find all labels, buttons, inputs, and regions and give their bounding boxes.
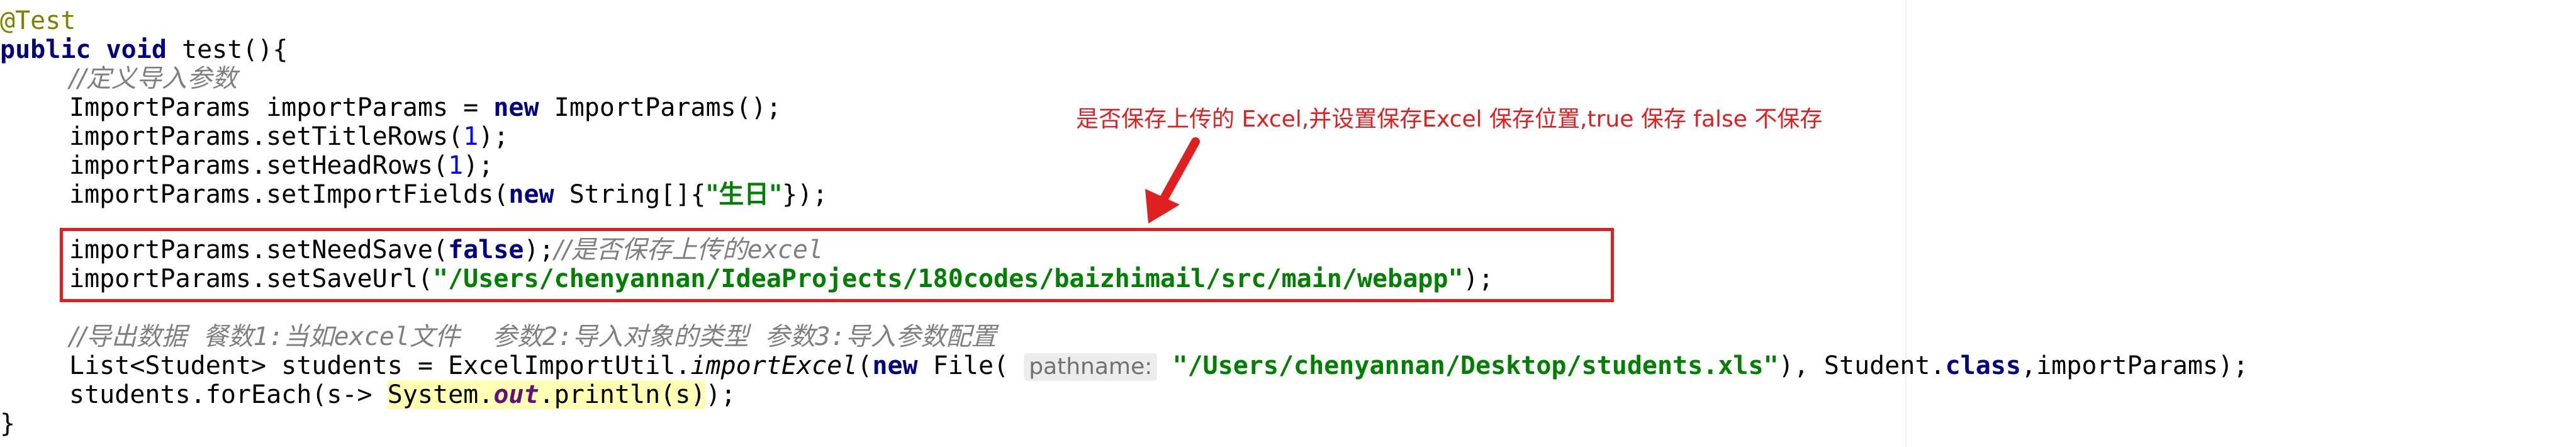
constructor-call: ImportParams(); — [539, 93, 781, 122]
println-highlight: .println(s) — [539, 380, 706, 409]
export-comment-part: //导出数据 餐数 — [69, 322, 254, 351]
new-keyword: new — [872, 351, 918, 380]
students-path-string: "/Users/chenyannan/Desktop/students.xls" — [1157, 351, 1779, 380]
birthday-string: "生日" — [705, 180, 783, 209]
code-line-14: students.forEach(s-> System.out.println(… — [69, 380, 736, 409]
code-line-2: public void test(){ — [0, 35, 288, 64]
call-close: }); — [782, 180, 828, 209]
out-field-highlight: out — [493, 380, 539, 409]
set-title-rows-call: importParams.setTitleRows( — [69, 122, 464, 151]
call-close: ); — [705, 380, 736, 409]
export-comment-part: 导入参数配置 — [845, 322, 997, 351]
export-comment-part: 导入对象的类型 参数 — [573, 322, 815, 351]
title-rows-number: 1 — [463, 122, 479, 151]
export-comment-part: excel — [333, 322, 410, 351]
class-keyword: class — [1945, 351, 2021, 380]
export-comment-part: 3: — [815, 322, 846, 351]
set-import-fields-call: importParams.setImportFields( — [69, 180, 509, 209]
export-comment-part: 1: — [253, 322, 284, 351]
pathname-parameter-hint: pathname: — [1024, 353, 1158, 381]
export-comment-part: 文件 参数 — [409, 322, 542, 351]
red-highlight-box — [60, 228, 1614, 302]
set-head-rows-call: importParams.setHeadRows( — [69, 151, 449, 180]
import-excel-method: importExcel — [690, 351, 858, 380]
call-close: ); — [478, 122, 509, 151]
code-line-3: //定义导入参数 — [69, 64, 237, 93]
new-keyword: new — [493, 93, 539, 122]
import-params-decl: ImportParams importParams = — [69, 93, 494, 122]
method-modifiers: public void — [0, 35, 167, 64]
export-comment-part: 当如 — [283, 322, 334, 351]
foreach-call: students.forEach(s-> — [69, 380, 388, 409]
method-signature: test(){ — [166, 35, 288, 64]
code-line-5: importParams.setTitleRows(1); — [69, 122, 508, 151]
closing-brace: } — [0, 409, 16, 438]
code-line-15: } — [0, 409, 15, 438]
new-keyword: new — [508, 180, 554, 209]
system-ref-highlight: System. — [387, 380, 494, 409]
code-line-12: //导出数据 餐数1:当如excel文件 参数2:导入对象的类型 参数3:导入参… — [69, 322, 997, 351]
code-line-1: @Test — [0, 6, 76, 35]
comment-define-params: //定义导入参数 — [69, 64, 237, 93]
head-rows-number: 1 — [448, 151, 464, 180]
annotation-note: 是否保存上传的 Excel,并设置保存Excel 保存位置,true 保存 fa… — [1076, 106, 1823, 132]
student-class-ref: ), Student. — [1778, 351, 1946, 380]
paren-open: ( — [857, 351, 873, 380]
code-line-6: importParams.setHeadRows(1); — [69, 151, 493, 180]
file-constructor: File( — [917, 351, 1024, 380]
call-close: ); — [463, 151, 494, 180]
students-decl: List<Student> students = ExcelImportUtil… — [69, 351, 691, 380]
call-close: ,importParams); — [2020, 351, 2249, 380]
export-comment-part: 2: — [542, 322, 573, 351]
code-line-4: ImportParams importParams = new ImportPa… — [69, 93, 781, 122]
code-line-7: importParams.setImportFields(new String[… — [69, 180, 827, 209]
code-line-13: List<Student> students = ExcelImportUtil… — [69, 351, 2249, 381]
string-array: String[]{ — [554, 180, 706, 209]
code-editor[interactable]: @Test public void test(){ //定义导入参数 Impor… — [0, 0, 2576, 447]
test-annotation: @Test — [0, 6, 76, 35]
red-arrow-icon — [1145, 137, 1200, 224]
